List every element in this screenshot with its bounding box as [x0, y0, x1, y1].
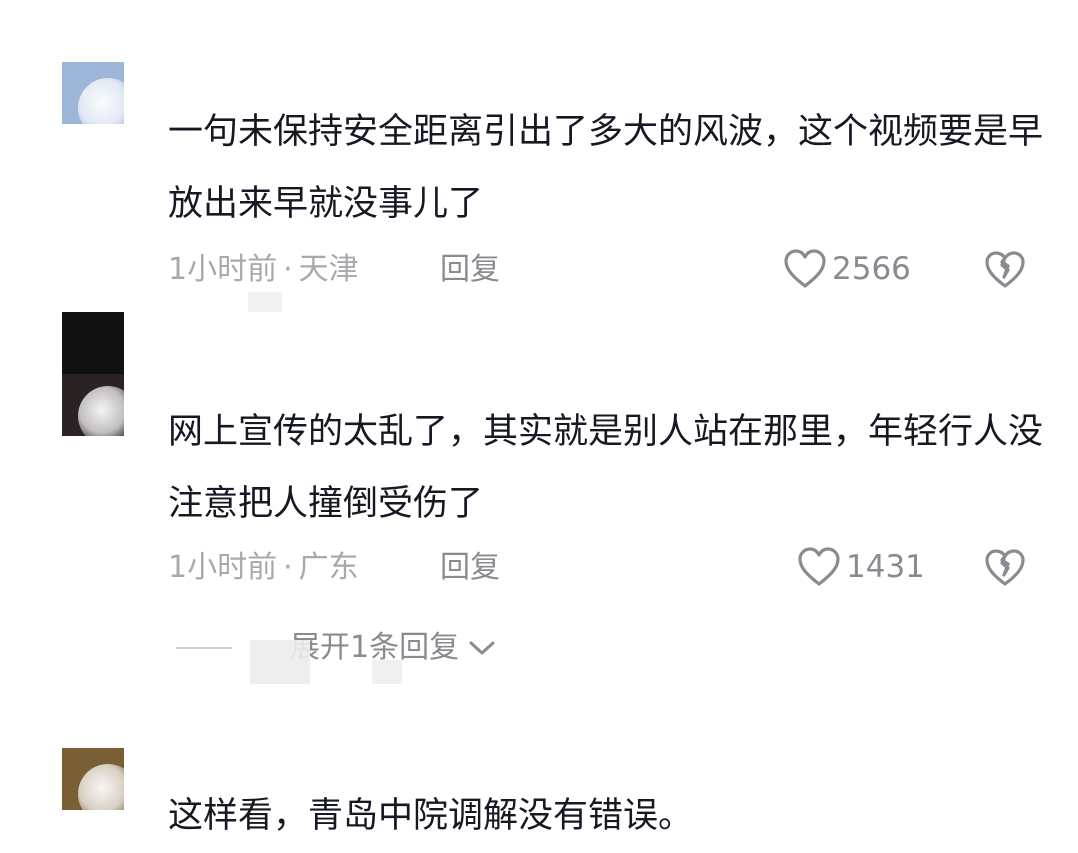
like-count: 1431 [846, 549, 925, 585]
heart-outline-icon [798, 547, 840, 586]
comment-meta: 1小时前 · 天津 [168, 250, 359, 290]
broken-heart-icon[interactable] [984, 548, 1026, 588]
meta-separator: · [283, 252, 293, 287]
heart-outline-icon [784, 249, 826, 288]
comment-meta: 1小时前 · 广东 [168, 548, 359, 588]
comment-list: 一句未保持安全距离引出了多大的风波，这个视频要是早放出来早就没事儿了 1小时前 ·… [0, 0, 1078, 853]
comment-time: 1小时前 [168, 550, 278, 585]
like-button[interactable]: 1431 [796, 546, 925, 588]
reply-button[interactable]: 回复 [440, 250, 500, 290]
blur-patch [372, 660, 402, 684]
comment-location: 天津 [298, 252, 359, 287]
reply-button[interactable]: 回复 [440, 548, 500, 588]
comment-location: 广东 [298, 550, 359, 585]
comment-time: 1小时前 [168, 252, 278, 287]
chevron-down-icon [469, 641, 495, 655]
broken-heart-icon[interactable] [984, 250, 1026, 290]
avatar[interactable] [62, 748, 124, 810]
like-button[interactable]: 2566 [782, 248, 911, 290]
like-count: 2566 [832, 251, 911, 287]
blur-patch [250, 640, 310, 684]
avatar[interactable] [62, 312, 124, 436]
blur-patch [248, 292, 282, 312]
meta-separator: · [283, 550, 293, 585]
comment-text: 网上宣传的太乱了，其实就是别人站在那里，年轻行人没注意把人撞倒受伤了 [168, 412, 1044, 524]
expand-replies-button[interactable]: 展开1条回复 [176, 628, 497, 668]
avatar[interactable] [62, 62, 124, 124]
divider-line [176, 647, 232, 649]
comment-text: 一句未保持安全距离引出了多大的风波，这个视频要是早放出来早就没事儿了 [168, 112, 1044, 224]
comment-text: 这样看，青岛中院调解没有错误。 [168, 796, 694, 836]
